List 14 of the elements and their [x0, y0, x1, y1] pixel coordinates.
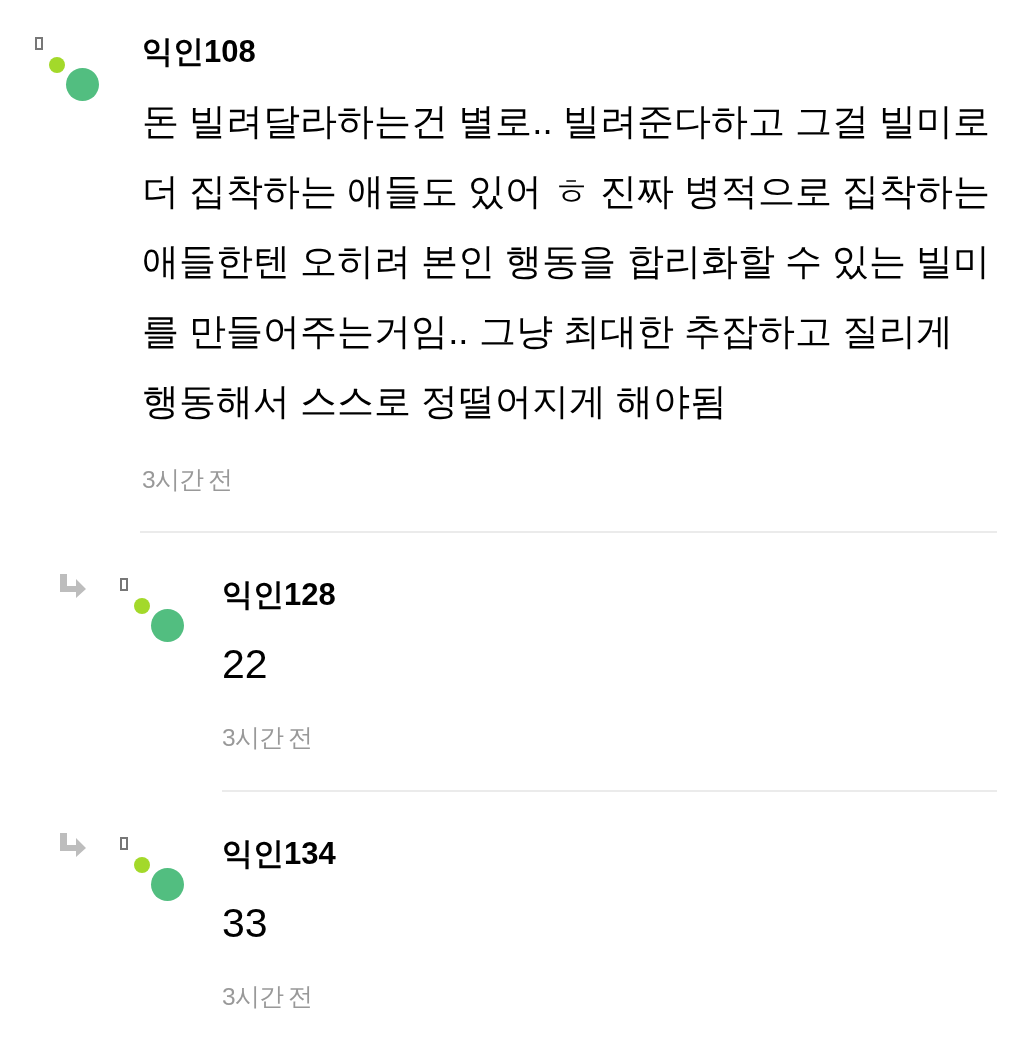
reply-text: 22 [222, 640, 268, 689]
author-name: 익인108 [142, 34, 256, 70]
timestamp: 3시간 전 [142, 465, 233, 495]
timestamp: 3시간 전 [222, 982, 313, 1012]
comment-text: 돈 빌려달라하는건 별로.. 빌려준다하고 그걸 빌미로 더 집착하는 애들도 있어 ㅎ 진짜 병적으로 집착하는 애들한텐 오히려 본인 행동을 합리화할 수 있는 빌미를 만들어주는거임.. 그냥 최대한 추잡하고 질리게 행동해서 스스로 정떨어지게 해야됨 [142, 100, 991, 424]
author-name: 익인128 [222, 577, 336, 613]
reply-arrow-icon [60, 574, 86, 598]
avatar-icon [35, 37, 99, 101]
author-name: 익인134 [222, 836, 336, 872]
reply-text: 33 [222, 899, 268, 948]
avatar-icon [120, 837, 184, 901]
timestamp: 3시간 전 [222, 723, 313, 753]
avatar-icon [120, 578, 184, 642]
reply-arrow-icon [60, 833, 86, 857]
